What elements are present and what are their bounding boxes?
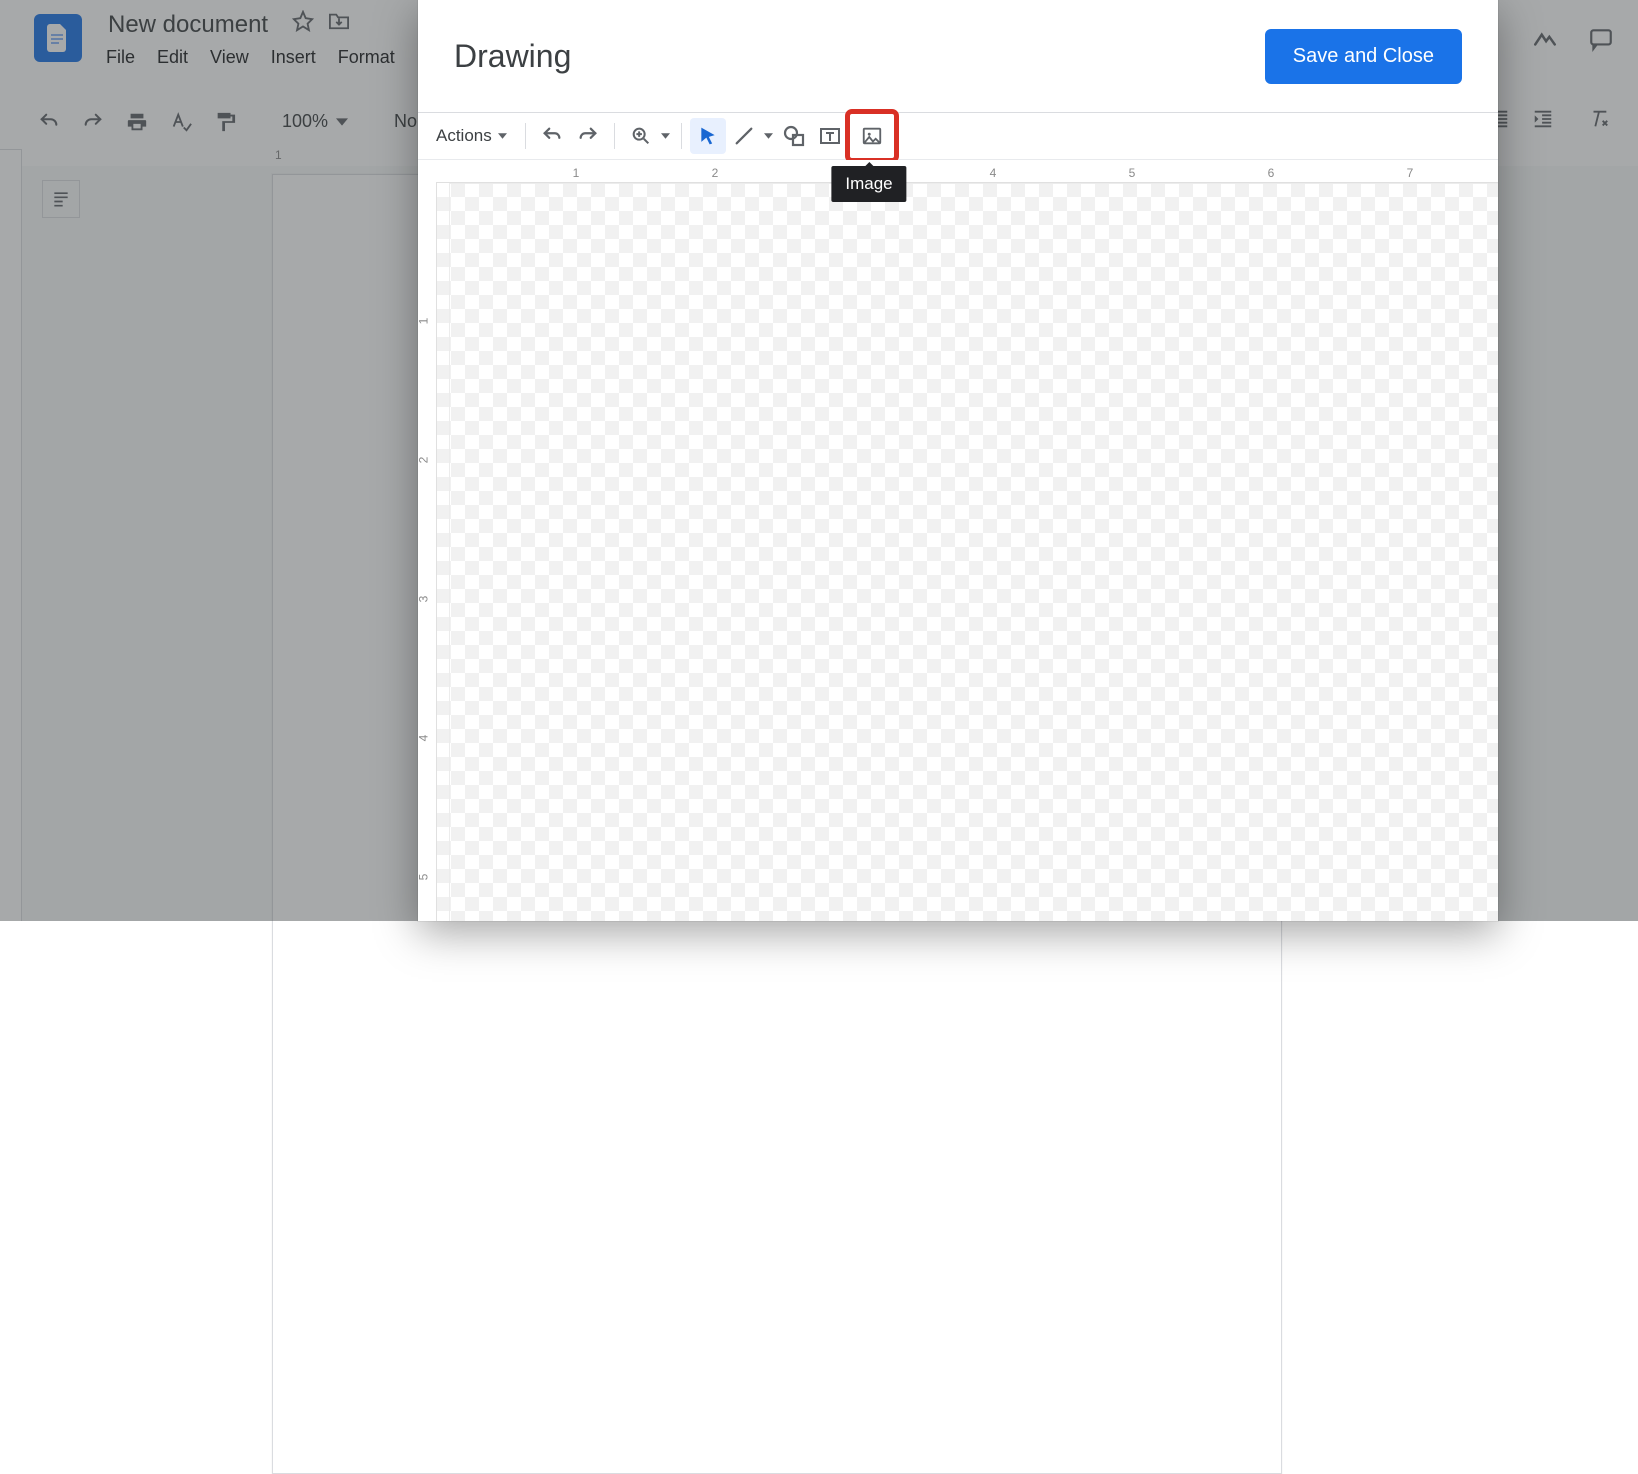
ruler-label: 1 — [418, 318, 430, 325]
toolbar-separator — [614, 123, 615, 149]
textbox-tool[interactable] — [812, 118, 848, 154]
actions-label: Actions — [436, 126, 492, 146]
ruler-label: 3 — [851, 166, 858, 180]
drawing-canvas-area: 1 2 3 4 5 6 7 1 2 3 4 5 — [418, 160, 1498, 921]
line-tool[interactable] — [726, 118, 776, 154]
redo-button[interactable] — [570, 118, 606, 154]
ruler-label: 5 — [418, 874, 430, 881]
ruler-label: 7 — [1407, 166, 1414, 180]
ruler-label: 5 — [1129, 166, 1136, 180]
drawing-dialog: Drawing Save and Close Actions — [418, 0, 1498, 921]
drawing-horizontal-ruler: 1 2 3 4 5 6 7 — [436, 160, 1498, 182]
ruler-label: 2 — [418, 457, 430, 464]
ruler-label: 6 — [1268, 166, 1275, 180]
ruler-label: 3 — [418, 596, 430, 603]
toolbar-separator — [681, 123, 682, 149]
ruler-label: 4 — [418, 735, 430, 742]
dialog-title: Drawing — [454, 38, 571, 75]
select-tool[interactable] — [690, 118, 726, 154]
actions-menu[interactable]: Actions — [426, 122, 517, 150]
shape-tool[interactable] — [776, 118, 812, 154]
ruler-label: 2 — [712, 166, 719, 180]
drawing-canvas[interactable] — [436, 182, 1498, 921]
ruler-label: 4 — [990, 166, 997, 180]
chevron-down-icon — [659, 133, 673, 139]
image-tool[interactable] — [848, 112, 896, 160]
save-and-close-button[interactable]: Save and Close — [1265, 29, 1462, 84]
drawing-toolbar: Actions — [418, 112, 1498, 160]
ruler-label: 1 — [573, 166, 580, 180]
toolbar-separator — [525, 123, 526, 149]
chevron-down-icon — [762, 133, 776, 139]
zoom-tool[interactable] — [623, 118, 673, 154]
drawing-vertical-ruler: 1 2 3 4 5 — [418, 182, 436, 921]
undo-button[interactable] — [534, 118, 570, 154]
